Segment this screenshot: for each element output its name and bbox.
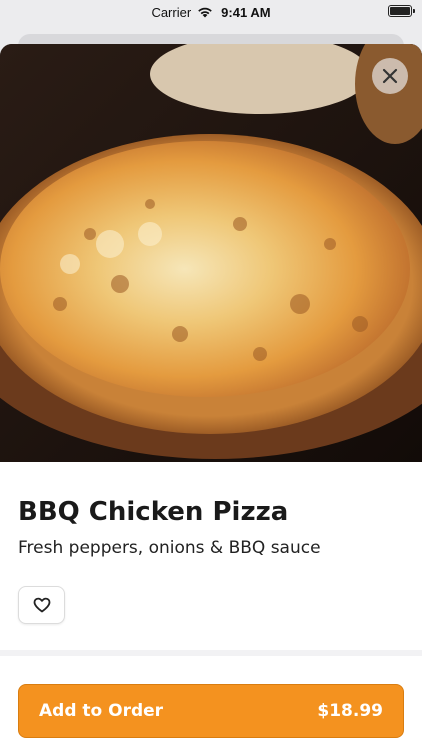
add-to-order-button[interactable]: Add to Order $18.99 (18, 684, 404, 738)
order-price: $18.99 (317, 701, 383, 721)
wifi-icon (198, 7, 212, 18)
pizza-photo (0, 44, 422, 462)
status-bar: Carrier 9:41 AM (0, 0, 422, 24)
item-detail-sheet: BBQ Chicken Pizza Fresh peppers, onions … (0, 44, 422, 750)
carrier-group: Carrier (151, 5, 213, 20)
battery-icon (388, 5, 415, 17)
order-footer: Add to Order $18.99 (0, 650, 422, 750)
close-button[interactable] (372, 58, 408, 94)
close-icon (382, 68, 398, 84)
item-description: Fresh peppers, onions & BBQ sauce (18, 538, 321, 558)
heart-icon (33, 597, 50, 613)
carrier-label: Carrier (151, 4, 192, 20)
item-name: BBQ Chicken Pizza (18, 497, 289, 527)
clock: 9:41 AM (221, 4, 271, 20)
add-to-order-label: Add to Order (39, 701, 164, 721)
favorite-button[interactable] (18, 586, 65, 624)
pizza-image (0, 44, 422, 462)
